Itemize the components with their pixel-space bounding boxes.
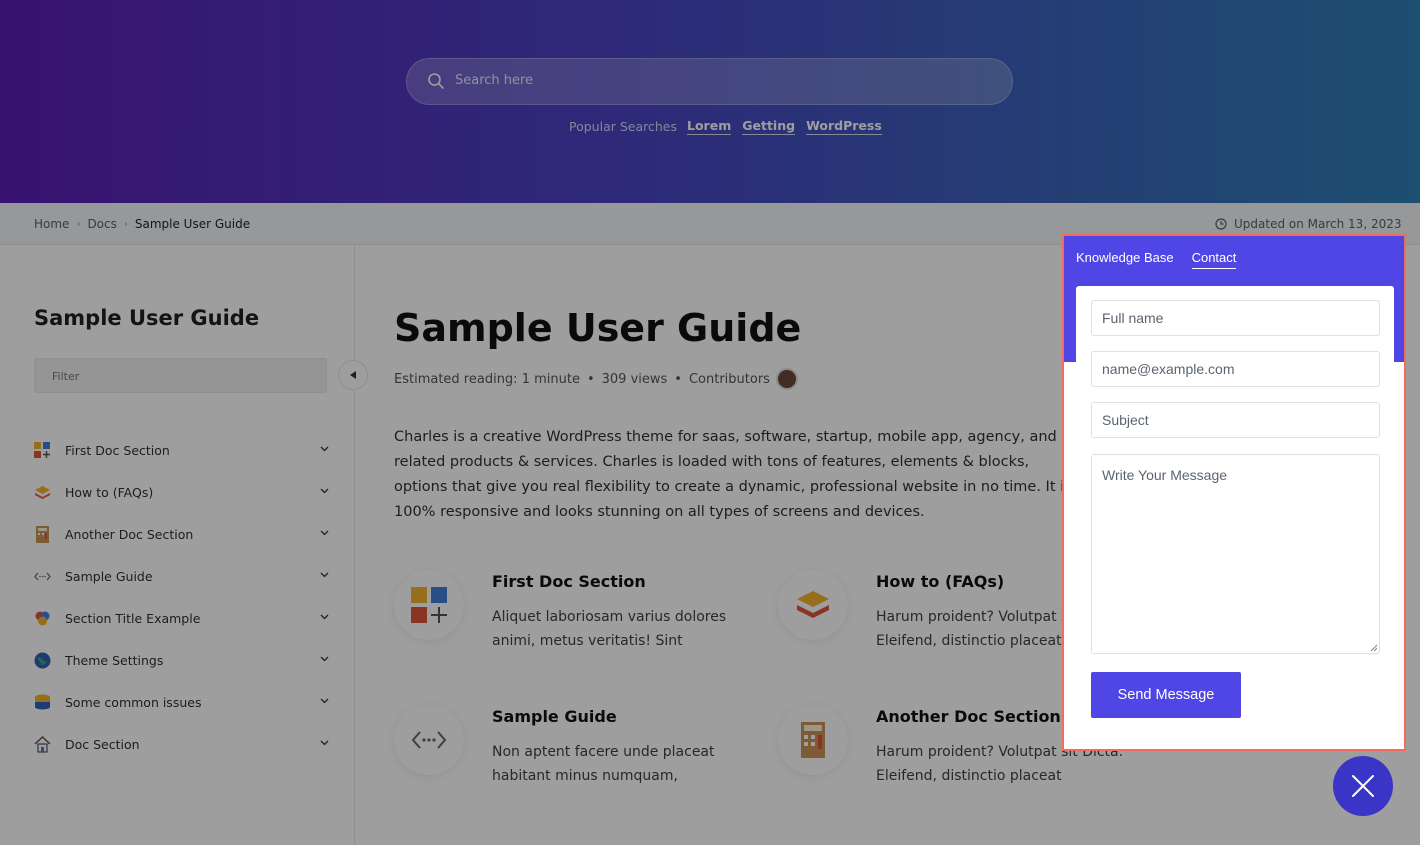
close-widget-button[interactable] xyxy=(1333,756,1393,816)
send-message-button[interactable]: Send Message xyxy=(1091,672,1241,718)
message-field[interactable] xyxy=(1091,454,1380,654)
widget-tabs: Knowledge Base Contact xyxy=(1076,250,1254,269)
tab-knowledge-base[interactable]: Knowledge Base xyxy=(1076,250,1174,269)
full-name-field[interactable] xyxy=(1091,300,1380,336)
resize-handle-icon[interactable] xyxy=(1370,644,1378,652)
subject-field[interactable] xyxy=(1091,402,1380,438)
contact-form: Send Message xyxy=(1076,286,1394,746)
close-icon xyxy=(1352,775,1374,797)
email-field[interactable] xyxy=(1091,351,1380,387)
tab-contact[interactable]: Contact xyxy=(1191,250,1237,269)
help-widget: Knowledge Base Contact Send Message xyxy=(1062,234,1406,751)
